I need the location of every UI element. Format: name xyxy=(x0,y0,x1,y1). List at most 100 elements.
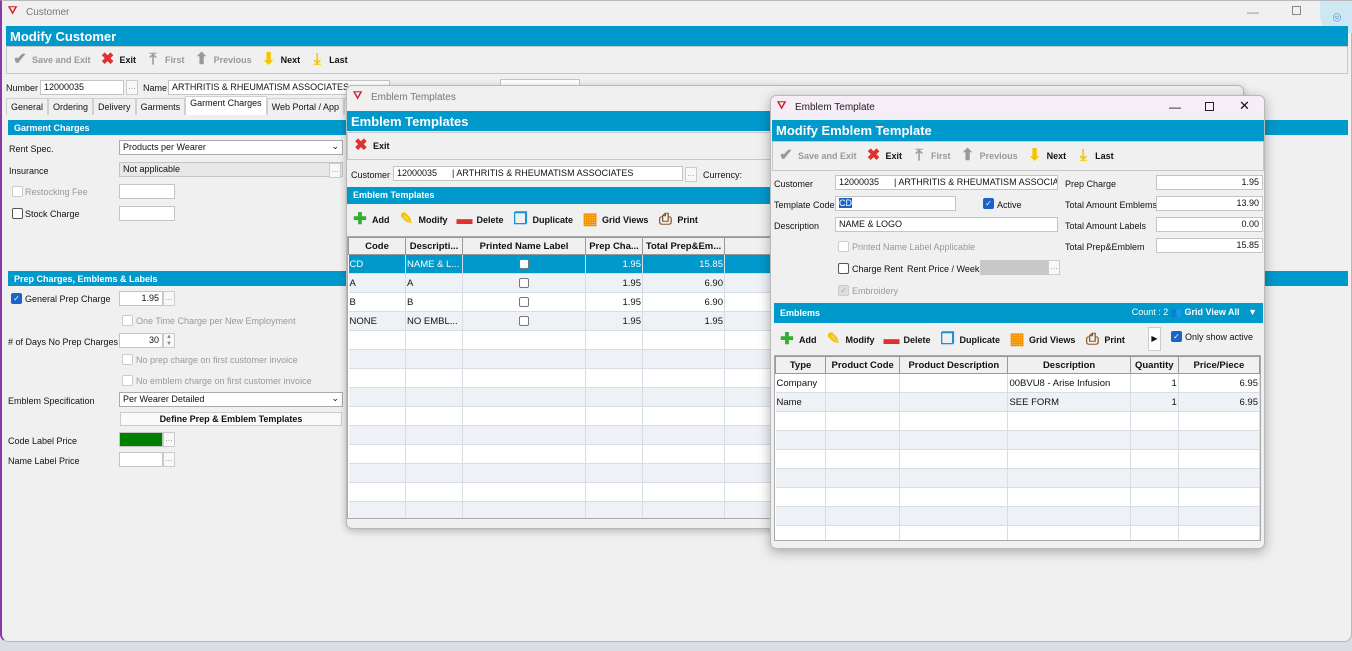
caret-down-icon[interactable]: ▼ xyxy=(1248,307,1257,317)
row-checkbox[interactable] xyxy=(519,315,529,326)
total-emblems-input[interactable]: 13.90 xyxy=(1156,196,1263,211)
rent-spec-select[interactable]: Products per Wearer ⌄ xyxy=(119,140,343,155)
previous-button[interactable]: ⬆ Previous xyxy=(193,51,252,69)
table-cell: Company xyxy=(775,373,827,393)
name-label-price-input[interactable] xyxy=(119,452,163,467)
number-lookup-button[interactable]: … xyxy=(126,80,138,95)
active-checkbox[interactable]: ✓ xyxy=(983,198,994,209)
charge-rent-checkbox[interactable] xyxy=(838,263,849,274)
duplicate-button[interactable]: ❐ Duplicate xyxy=(512,211,573,229)
first-button[interactable]: ⤒ First xyxy=(144,51,185,69)
no-emblem-first-invoice-checkbox[interactable] xyxy=(122,375,133,386)
save-and-exit-button[interactable]: ✔ Save and Exit xyxy=(11,51,90,69)
total-labels-input[interactable]: 0.00 xyxy=(1156,217,1263,232)
table-cell: NONE xyxy=(348,311,406,331)
define-templates-button[interactable]: Define Prep & Emblem Templates xyxy=(120,412,342,426)
next-button[interactable]: ⬇ Next xyxy=(1026,147,1066,165)
days-no-prep-stepper[interactable]: 30 xyxy=(119,333,163,348)
general-prep-lookup-button[interactable]: … xyxy=(163,291,175,306)
total-prep-input[interactable]: 15.85 xyxy=(1156,238,1263,253)
one-time-charge-checkbox[interactable] xyxy=(122,315,133,326)
column-header[interactable]: Price/Piece xyxy=(1177,356,1260,374)
first-button[interactable]: ⤒ First xyxy=(910,147,951,165)
pencil-icon: ✎ xyxy=(826,330,841,348)
last-button[interactable]: ⤓ Last xyxy=(1074,147,1114,165)
maximize-button[interactable] xyxy=(1292,6,1301,15)
template-code-input[interactable]: CD xyxy=(835,196,956,211)
tab-garments[interactable]: Garments xyxy=(135,98,186,115)
close-button[interactable]: ✕ xyxy=(1239,98,1250,114)
row-checkbox[interactable] xyxy=(519,258,529,269)
stock-charge-checkbox[interactable] xyxy=(12,208,23,219)
modify-button[interactable]: ✎ Modify xyxy=(398,211,448,229)
emblem-spec-select[interactable]: Per Wearer Detailed ⌄ xyxy=(119,392,343,407)
insurance-input[interactable]: Not applicable xyxy=(119,162,343,177)
rent-price-input[interactable] xyxy=(980,260,1048,275)
print-button[interactable]: ⎙ Print xyxy=(1083,331,1125,349)
restocking-fee-checkbox[interactable] xyxy=(12,186,23,197)
grid-views-button[interactable]: ▦ Grid Views xyxy=(1008,331,1075,349)
name-label-price-lookup-button[interactable]: … xyxy=(163,452,175,467)
column-header[interactable]: Code xyxy=(348,237,406,255)
grid-views-button[interactable]: ▦ Grid Views xyxy=(581,211,648,229)
maximize-button[interactable] xyxy=(1205,102,1214,111)
customer-lookup-button[interactable]: … xyxy=(685,167,697,182)
add-button[interactable]: ✚ Add xyxy=(351,211,389,229)
column-header[interactable]: Type xyxy=(775,356,827,374)
column-header[interactable]: Product Code xyxy=(825,356,901,374)
column-header[interactable]: Total Prep&Em... xyxy=(642,237,725,255)
last-button[interactable]: ⤓ Last xyxy=(308,51,348,69)
duplicate-button[interactable]: ❐ Duplicate xyxy=(939,331,1000,349)
save-and-exit-button[interactable]: ✔ Save and Exit xyxy=(777,147,856,165)
code-label-price-lookup-button[interactable]: … xyxy=(163,432,175,447)
previous-button[interactable]: ⬆ Previous xyxy=(959,147,1018,165)
no-prep-first-invoice-checkbox[interactable] xyxy=(122,354,133,365)
modify-button[interactable]: ✎ Modify xyxy=(825,331,875,349)
general-prep-input[interactable]: 1.95 xyxy=(119,291,163,306)
exit-button[interactable]: ✖ Exit xyxy=(352,137,389,155)
insurance-lookup-button[interactable]: … xyxy=(329,163,341,178)
print-button[interactable]: ⎙ Print xyxy=(656,211,698,229)
tab-web-portal-app[interactable]: Web Portal / App xyxy=(266,98,344,115)
column-header[interactable]: Descripti... xyxy=(405,237,463,255)
column-header[interactable]: Description xyxy=(1007,356,1131,374)
row-checkbox[interactable] xyxy=(519,296,529,307)
add-button[interactable]: ✚ Add xyxy=(778,331,816,349)
minimize-button[interactable]: — xyxy=(1169,100,1181,114)
table-row[interactable]: Company 00BVU8 - Arise Infusion 1 6.95 xyxy=(775,373,1260,393)
customer-input[interactable]: 12000035 | ARTHRITIS & RHEUMATISM ASSOCI… xyxy=(393,166,683,181)
minimize-button[interactable]: — xyxy=(1247,5,1259,19)
grid-view-select[interactable]: Grid View All xyxy=(1185,307,1240,317)
printed-name-label-checkbox[interactable] xyxy=(838,241,849,252)
column-header[interactable]: Printed Name Label xyxy=(462,237,586,255)
number-input[interactable]: 12000035 xyxy=(40,80,124,95)
general-prep-checkbox[interactable]: ✓ xyxy=(11,293,22,304)
tab-ordering[interactable]: Ordering xyxy=(48,98,94,115)
description-input[interactable]: NAME & LOGO xyxy=(835,217,1058,232)
delete-button[interactable]: ▬ Delete xyxy=(456,211,504,229)
stock-charge-input[interactable] xyxy=(119,206,175,221)
toolbar-overflow-button[interactable]: ▶ xyxy=(1148,327,1161,351)
next-icon: ⬇ xyxy=(1027,147,1042,164)
stepper-arrows-icon[interactable]: ▲ ▼ xyxy=(163,333,175,348)
row-checkbox[interactable] xyxy=(519,277,529,288)
restocking-fee-input[interactable] xyxy=(119,184,175,199)
table-cell xyxy=(585,444,643,464)
exit-button[interactable]: ✖ Exit xyxy=(99,51,136,69)
tab-delivery[interactable]: Delivery xyxy=(93,98,136,115)
embroidery-checkbox[interactable]: ✓ xyxy=(838,285,849,296)
tab-garment-charges[interactable]: Garment Charges xyxy=(185,96,267,115)
prep-charge-input[interactable]: 1.95 xyxy=(1156,175,1263,190)
delete-button[interactable]: ▬ Delete xyxy=(883,331,931,349)
tab-general[interactable]: General xyxy=(6,98,49,115)
column-header[interactable]: Quantity xyxy=(1129,356,1179,374)
customer-input[interactable]: 12000035 | ARTHRITIS & RHEUMATISM ASSOCI… xyxy=(835,175,1058,190)
code-label-price-input[interactable] xyxy=(119,432,163,447)
exit-button[interactable]: ✖ Exit xyxy=(865,147,902,165)
only-active-checkbox[interactable]: ✓ xyxy=(1171,331,1182,342)
next-button[interactable]: ⬇ Next xyxy=(260,51,300,69)
rent-price-lookup-button[interactable]: … xyxy=(1048,260,1060,275)
column-header[interactable]: Product Description xyxy=(899,356,1009,374)
table-row[interactable]: Name SEE FORM 1 6.95 xyxy=(775,392,1260,412)
column-header[interactable]: Prep Cha... xyxy=(585,237,643,255)
